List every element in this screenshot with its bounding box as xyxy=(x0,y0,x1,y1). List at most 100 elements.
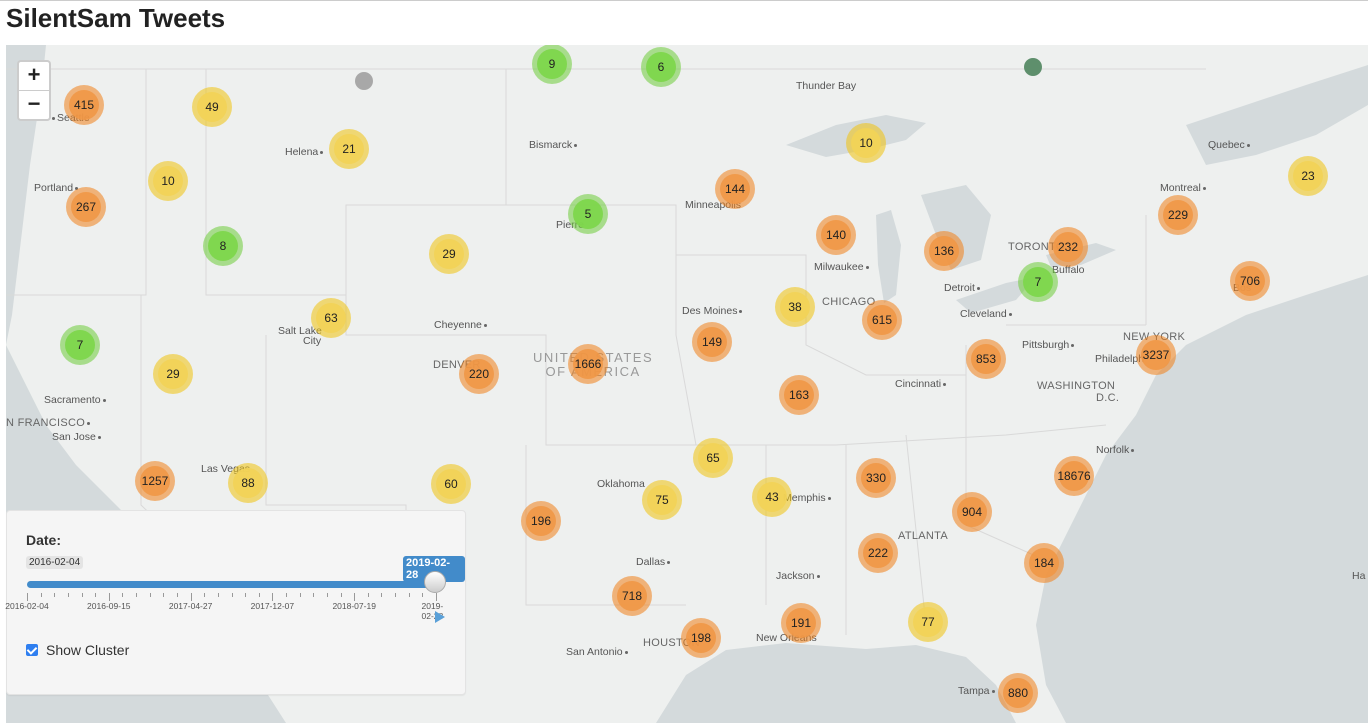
place-label: Montreal xyxy=(1160,182,1208,194)
cluster-maine[interactable]: 23 xyxy=(1288,156,1328,196)
cluster-minneapolis[interactable]: 144 xyxy=(715,169,755,209)
slider-tick xyxy=(299,593,301,597)
slider-tick xyxy=(231,593,233,597)
slider-tick xyxy=(313,593,315,597)
cluster-pierre[interactable]: 5 xyxy=(568,194,608,234)
slider-tick xyxy=(395,593,397,597)
cluster-count: 196 xyxy=(526,506,556,536)
place-name: Sacramento xyxy=(44,394,101,406)
cluster-saltlake[interactable]: 63 xyxy=(311,298,351,338)
cluster-count: 60 xyxy=(436,469,466,499)
cluster-helena[interactable]: 21 xyxy=(329,129,369,169)
cluster-buffalo[interactable]: 7 xyxy=(1018,262,1058,302)
cluster-count: 144 xyxy=(720,174,750,204)
cluster-ohio[interactable]: 853 xyxy=(966,339,1006,379)
cluster-boise[interactable]: 8 xyxy=(203,226,243,266)
place-label: San Jose xyxy=(52,431,103,443)
cluster-neworleans[interactable]: 191 xyxy=(781,603,821,643)
cluster-raleigh[interactable]: 18676 xyxy=(1054,456,1094,496)
checkbox-checked-icon[interactable] xyxy=(26,644,38,656)
cluster-count: 191 xyxy=(786,608,816,638)
cluster-oregon[interactable]: 10 xyxy=(148,161,188,201)
cluster-santafe[interactable]: 60 xyxy=(431,464,471,504)
cluster-portland[interactable]: 267 xyxy=(66,187,106,227)
slider-tick xyxy=(204,593,206,597)
cluster-idaho-north[interactable]: 49 xyxy=(192,87,232,127)
cluster-texas-n[interactable]: 196 xyxy=(521,501,561,541)
cluster-nevada[interactable]: 29 xyxy=(153,354,193,394)
place-name: Detroit xyxy=(944,282,975,294)
cluster-chicago[interactable]: 615 xyxy=(862,300,902,340)
cluster-lasvegas[interactable]: 1257 xyxy=(135,461,175,501)
cluster-count: 163 xyxy=(784,380,814,410)
slider-tick xyxy=(54,593,56,597)
slider-tick xyxy=(176,593,178,597)
cluster-superior[interactable]: 10 xyxy=(846,123,886,163)
cluster-count: 220 xyxy=(464,359,494,389)
place-name: Milwaukee xyxy=(814,261,864,273)
show-cluster-checkbox[interactable]: Show Cluster xyxy=(26,642,129,658)
cluster-northdakota-2[interactable]: 6 xyxy=(641,47,681,87)
cluster-nashville[interactable]: 330 xyxy=(856,458,896,498)
place-label: ATLANTA xyxy=(898,530,948,542)
play-icon[interactable] xyxy=(435,611,445,623)
cluster-count: 29 xyxy=(158,359,188,389)
zoom-out-button[interactable]: − xyxy=(19,90,49,119)
cluster-tampa[interactable]: 880 xyxy=(998,673,1038,713)
place-name: Oklahoma xyxy=(597,478,645,490)
zoom-in-button[interactable]: + xyxy=(19,62,49,90)
cluster-count: 706 xyxy=(1235,266,1265,296)
cluster-memphis[interactable]: 43 xyxy=(752,477,792,517)
city-dot-icon xyxy=(102,398,106,402)
cluster-count: 904 xyxy=(957,497,987,527)
date-slider-track[interactable] xyxy=(27,581,436,588)
cluster-stlouis[interactable]: 163 xyxy=(779,375,819,415)
place-label: Norfolk xyxy=(1096,444,1136,456)
place-label: San Antonio xyxy=(566,646,630,658)
cluster-atlanta[interactable]: 222 xyxy=(858,533,898,573)
date-slider-handle[interactable] xyxy=(424,571,446,593)
cluster-michigan[interactable]: 136 xyxy=(924,231,964,271)
cluster-seattle[interactable]: 415 xyxy=(64,85,104,125)
cluster-houston[interactable]: 198 xyxy=(681,618,721,658)
city-dot-icon xyxy=(667,560,671,564)
cluster-toronto[interactable]: 232 xyxy=(1048,227,1088,267)
cluster-count: 65 xyxy=(698,443,728,473)
place-label: Milwaukee xyxy=(814,261,871,273)
cluster-count: 8 xyxy=(208,231,238,261)
cluster-boston[interactable]: 706 xyxy=(1230,261,1270,301)
cluster-count: 3237 xyxy=(1141,340,1171,370)
slider-tick xyxy=(217,593,219,597)
cluster-illinois[interactable]: 38 xyxy=(775,287,815,327)
cluster-carolina[interactable]: 904 xyxy=(952,492,992,532)
cluster-florida-pan[interactable]: 77 xyxy=(908,602,948,642)
cluster-charleston[interactable]: 184 xyxy=(1024,543,1064,583)
cluster-newyork[interactable]: 3237 xyxy=(1136,335,1176,375)
cluster-dallas[interactable]: 718 xyxy=(612,576,652,616)
slider-tick-label: 2017-12-07 xyxy=(250,601,295,611)
cluster-count: 7 xyxy=(65,330,95,360)
marker-darkgreen[interactable] xyxy=(1024,58,1042,76)
cluster-kansas[interactable]: 1666 xyxy=(568,344,608,384)
cluster-missouri-s[interactable]: 65 xyxy=(693,438,733,478)
cluster-wisconsin[interactable]: 140 xyxy=(816,215,856,255)
place-label: Jackson xyxy=(776,570,822,582)
slider-tick xyxy=(40,593,42,597)
cluster-montreal[interactable]: 229 xyxy=(1158,195,1198,235)
cluster-arizona[interactable]: 88 xyxy=(228,463,268,503)
cluster-denver[interactable]: 220 xyxy=(459,354,499,394)
cluster-california-n[interactable]: 7 xyxy=(60,325,100,365)
city-dot-icon xyxy=(1246,143,1250,147)
place-name: Thunder Bay xyxy=(796,80,857,92)
slider-tick-label: 2017-04-27 xyxy=(168,601,213,611)
cluster-northdakota-1[interactable]: 9 xyxy=(532,45,572,84)
cluster-wyoming[interactable]: 29 xyxy=(429,234,469,274)
zoom-control: + − xyxy=(17,60,51,121)
cluster-oklahoma[interactable]: 75 xyxy=(642,480,682,520)
cluster-count: 18676 xyxy=(1057,461,1091,491)
place-label: Cheyenne xyxy=(434,319,489,331)
marker-grey[interactable] xyxy=(355,72,373,90)
cluster-iowa[interactable]: 149 xyxy=(692,322,732,362)
cluster-count: 10 xyxy=(851,128,881,158)
place-label: Thunder Bay xyxy=(796,80,856,92)
